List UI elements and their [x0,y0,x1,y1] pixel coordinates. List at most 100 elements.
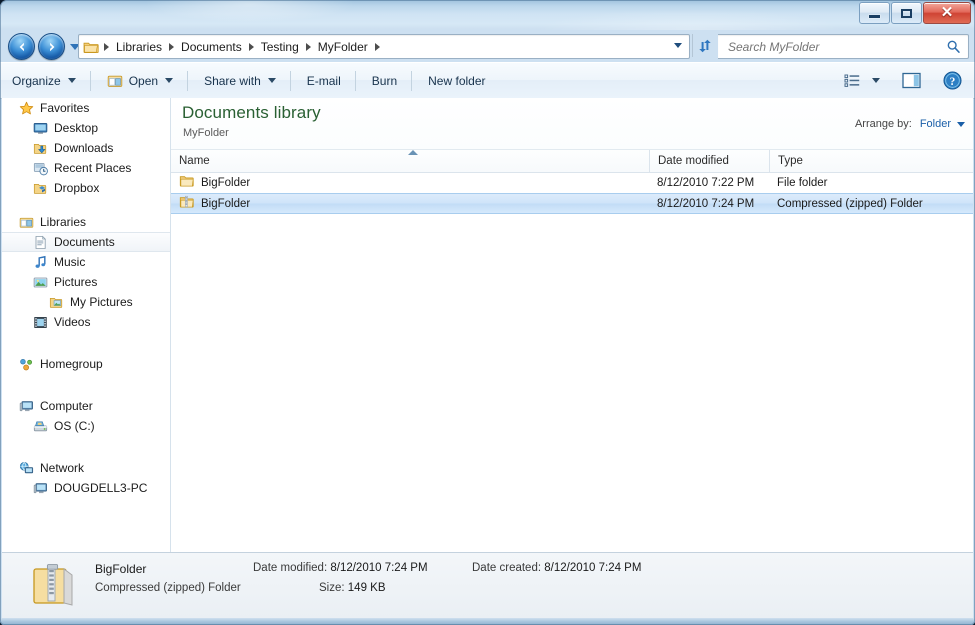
sidebar-item-my-pictures[interactable]: My Pictures [2,292,170,312]
videos-icon [32,314,48,330]
library-header: Documents library MyFolder Arrange by: F… [171,98,973,149]
open-button[interactable]: Open [97,68,183,94]
sidebar-item-label: DOUGDELL3-PC [54,481,148,495]
sidebar-item-documents[interactable]: Documents [2,232,170,252]
table-row[interactable]: BigFolder 8/12/2010 7:22 PM File folder [171,172,973,193]
breadcrumb-separator[interactable] [248,42,254,51]
sidebar-item-dougdell3-pc[interactable]: DOUGDELL3-PC [2,478,170,498]
help-button[interactable]: ? [937,68,967,94]
sidebar-group-label: Libraries [40,215,87,229]
details-size: Size: 149 KB [319,582,386,594]
column-header-type[interactable]: Type [769,150,973,172]
toolbar-right-group: ? [837,63,967,98]
sidebar-group-label: Computer [40,399,93,413]
sidebar-group-computer[interactable]: Computer [2,396,170,416]
sidebar-group-homegroup[interactable]: Homegroup [2,354,170,374]
sidebar-item-recent-places[interactable]: Recent Places [2,158,170,178]
file-date-modified-cell: 8/12/2010 7:22 PM [657,176,755,189]
breadcrumb-item-myfolder[interactable]: MyFolder [314,38,372,56]
column-header-date-modified[interactable]: Date modified [649,150,769,172]
open-label: Open [128,73,159,88]
address-history-button[interactable] [668,34,688,57]
sidebar-group-label: Homegroup [40,357,103,371]
forward-arrow-icon [49,42,54,51]
breadcrumb-item-libraries[interactable]: Libraries [112,38,166,56]
sidebar-group-network[interactable]: Network [2,458,170,478]
sidebar-item-dropbox[interactable]: Dropbox [2,178,170,198]
new-folder-label: New folder [428,73,486,88]
sidebar-item-videos[interactable]: Videos [2,312,170,332]
file-rows: BigFolder 8/12/2010 7:22 PM File folder [171,172,973,214]
new-folder-button[interactable]: New folder [418,68,495,94]
view-options-dropdown[interactable] [867,68,885,94]
back-button[interactable] [8,33,35,60]
breadcrumb[interactable]: Libraries Documents Testing MyFolder [78,34,690,59]
breadcrumb-separator[interactable] [374,42,380,51]
sidebar-group-label: Network [40,461,85,475]
toolbar-separator [354,70,356,91]
navigation-pane[interactable]: Favorites Desktop Downloads Recent Place… [2,98,171,601]
sidebar-group-libraries[interactable]: Libraries [2,212,170,232]
desktop-icon [32,120,48,136]
chevron-down-icon [67,78,76,83]
file-name-cell: BigFolder [171,173,649,192]
toolbar-separator [89,70,91,91]
sidebar-item-music[interactable]: Music [2,252,170,272]
file-list-pane: Documents library MyFolder Arrange by: F… [171,98,973,601]
preview-pane-button[interactable] [897,68,927,94]
explorer-body: Favorites Desktop Downloads Recent Place… [2,98,973,601]
file-date-modified-cell: 8/12/2010 7:24 PM [657,197,755,210]
sidebar-item-pictures[interactable]: Pictures [2,272,170,292]
breadcrumb-separator[interactable] [305,42,311,51]
toolbar-separator [289,70,291,91]
change-view-button[interactable] [837,68,867,94]
search-box[interactable] [718,34,969,59]
library-subtitle: MyFolder [183,127,229,139]
sidebar-item-label: Music [54,255,86,269]
chevron-down-icon[interactable] [957,121,965,127]
email-label: E-mail [306,73,341,88]
back-arrow-icon [19,42,24,51]
chevron-down-icon [674,43,682,48]
breadcrumb-separator[interactable] [104,42,109,51]
maximize-button[interactable] [891,2,922,24]
details-date-modified-value: 8/12/2010 7:24 PM [330,562,428,574]
breadcrumb-item-documents[interactable]: Documents [177,38,246,56]
downloads-icon [32,140,48,156]
forward-button[interactable] [38,33,65,60]
burn-label: Burn [371,73,398,88]
close-icon: ✕ [940,4,954,21]
file-name-text: BigFolder [201,176,251,189]
share-with-button[interactable]: Share with [194,68,286,94]
sidebar-item-desktop[interactable]: Desktop [2,118,170,138]
sidebar-item-label: Downloads [54,141,114,155]
arrange-by-value[interactable]: Folder [920,118,951,130]
sidebar-group-favorites[interactable]: Favorites [2,98,170,118]
folder-icon [83,39,99,55]
title-bar: ✕ [0,0,975,30]
close-button[interactable]: ✕ [923,2,971,24]
search-input[interactable] [726,38,946,55]
refresh-button[interactable] [692,34,717,57]
organize-button[interactable]: Organize [2,68,86,94]
burn-button[interactable]: Burn [362,68,407,94]
details-date-modified: Date modified: 8/12/2010 7:24 PM [253,562,428,574]
view-list-icon [844,74,859,87]
file-type-cell: Compressed (zipped) Folder [777,197,923,210]
breadcrumb-separator[interactable] [169,42,175,51]
sidebar-item-os-c[interactable]: OS (C:) [2,416,170,436]
arrange-by: Arrange by: Folder [855,118,965,130]
email-button[interactable]: E-mail [297,68,351,94]
minimize-icon [869,15,880,18]
preview-pane-icon [902,72,921,89]
breadcrumb-item-testing[interactable]: Testing [257,38,303,56]
search-icon[interactable] [946,39,961,54]
sidebar-item-downloads[interactable]: Downloads [2,138,170,158]
page-title: Documents library [182,103,321,122]
window-bottom-edge [0,618,975,625]
minimize-button[interactable] [859,2,890,24]
table-row[interactable]: BigFolder 8/12/2010 7:24 PM Compressed (… [171,193,973,214]
